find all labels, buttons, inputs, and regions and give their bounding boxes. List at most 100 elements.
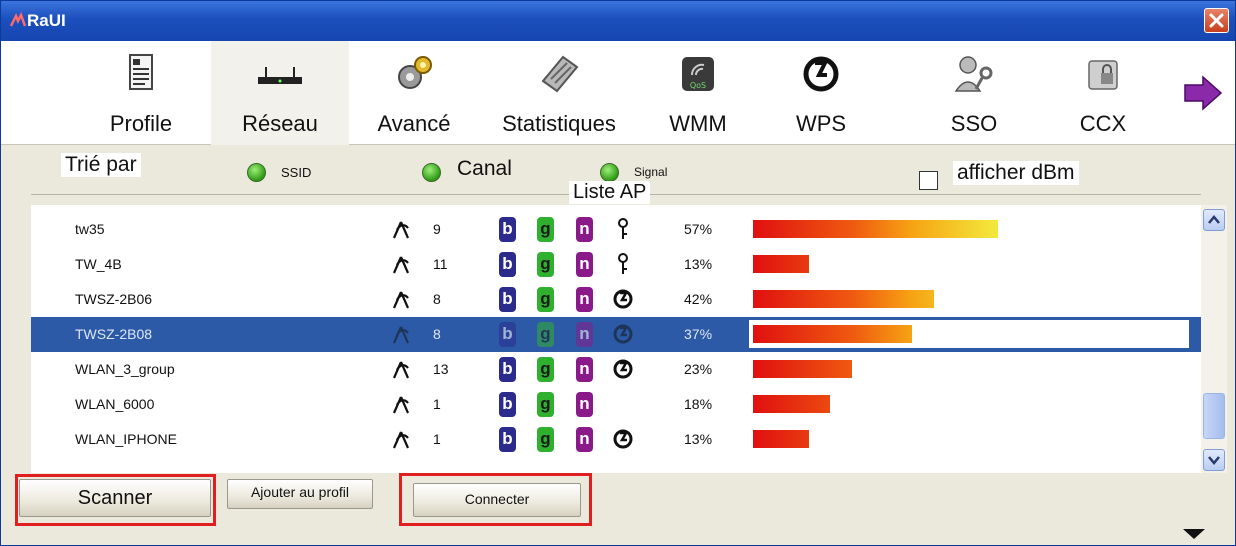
- ap-ssid: WLAN_6000: [75, 396, 155, 412]
- sort-label: Trié par: [61, 153, 141, 177]
- key-icon: [618, 218, 628, 239]
- close-button[interactable]: [1204, 8, 1229, 33]
- ap-signal-percent: 42%: [684, 291, 713, 307]
- mode-g-badge: g: [537, 252, 554, 277]
- tab-wps-label: WPS: [795, 111, 847, 136]
- add-to-profile-button[interactable]: Ajouter au profil: [227, 479, 373, 509]
- ap-signal-percent: 13%: [684, 431, 713, 447]
- ap-channel: 8: [433, 291, 441, 307]
- ap-list-row[interactable]: WLAN_6000 1 b g n 18%: [31, 387, 1201, 422]
- tab-profile[interactable]: Profile: [71, 41, 211, 145]
- expand-down-icon[interactable]: [1183, 529, 1205, 539]
- user-key-icon: [954, 56, 993, 92]
- ap-list-row[interactable]: TWSZ-2B08 8 b g n 37%: [31, 317, 1201, 352]
- mode-b-badge: b: [499, 252, 516, 277]
- antenna-icon: [392, 291, 410, 309]
- ap-list-row[interactable]: tw35 9 b g n 57%: [31, 212, 1201, 247]
- title-bar[interactable]: RaUI: [1, 1, 1235, 41]
- tab-avance[interactable]: Avancé: [349, 41, 479, 145]
- svg-text:QoS: QoS: [690, 81, 706, 90]
- ap-signal-percent: 13%: [684, 256, 713, 272]
- chevron-down-icon: [1208, 456, 1220, 465]
- tab-profile-label: Profile: [109, 111, 173, 136]
- show-dbm-label: afficher dBm: [953, 161, 1079, 185]
- mode-g-badge: g: [537, 357, 554, 382]
- tab-sso-label: SSO: [950, 111, 998, 136]
- ap-signal-percent: 37%: [684, 326, 713, 342]
- tab-statistiques-label: Statistiques: [502, 111, 616, 136]
- ap-signal-percent: 23%: [684, 361, 713, 377]
- profile-document-icon: [129, 54, 153, 90]
- ap-ssid: WLAN_IPHONE: [75, 431, 177, 447]
- qos-icon: QoS: [682, 57, 714, 91]
- ap-list-row[interactable]: WLAN_3_group 13 b g n 23%: [31, 352, 1201, 387]
- signal-strength-bar: [753, 290, 934, 308]
- ap-ssid: WLAN_3_group: [75, 361, 175, 377]
- sort-canal-label: Canal: [457, 157, 512, 180]
- tab-sso[interactable]: SSO: [919, 41, 1029, 145]
- ap-list-row[interactable]: TWSZ-2B06 8 b g n 42%: [31, 282, 1201, 317]
- gears-icon: [398, 56, 432, 89]
- chevron-up-icon: [1208, 215, 1220, 224]
- wps-icon: [613, 359, 633, 379]
- mode-n-badge: n: [576, 357, 593, 382]
- signal-strength-bar: [753, 220, 998, 238]
- tab-reseau[interactable]: Réseau: [211, 41, 349, 145]
- ap-channel: 9: [433, 221, 441, 237]
- ap-channel: 13: [433, 361, 449, 377]
- toolbar: Profile Réseau Avancé Statistiques QoS W…: [1, 41, 1235, 145]
- wps-icon: [613, 289, 633, 309]
- mode-g-badge: g: [537, 392, 554, 417]
- tab-ccx[interactable]: CCX: [1053, 41, 1153, 145]
- ap-list-row[interactable]: TW_4B 11 b g n 13%: [31, 247, 1201, 282]
- ap-list-scrollbar[interactable]: [1201, 205, 1227, 473]
- ap-list-title: Liste AP: [569, 181, 651, 204]
- sort-ssid-label: SSID: [281, 165, 312, 180]
- ap-channel: 8: [433, 326, 441, 342]
- mode-b-badge: b: [499, 322, 516, 347]
- sort-ssid-radio[interactable]: [247, 163, 266, 182]
- tab-statistiques[interactable]: Statistiques: [479, 41, 639, 145]
- tab-wmm[interactable]: QoS WMM: [653, 41, 743, 145]
- antenna-icon: [392, 396, 410, 414]
- mode-n-badge: n: [576, 322, 593, 347]
- mode-n-badge: n: [576, 217, 593, 242]
- scroll-down-button[interactable]: [1203, 449, 1225, 471]
- mode-b-badge: b: [499, 392, 516, 417]
- ap-ssid: TWSZ-2B08: [75, 326, 153, 342]
- sort-signal-radio[interactable]: [600, 163, 619, 182]
- signal-strength-bar: [753, 395, 830, 413]
- tab-wps[interactable]: WPS: [771, 41, 871, 145]
- signal-strength-bar: [753, 325, 912, 343]
- antenna-icon: [392, 326, 410, 344]
- sort-signal-label: Signal: [634, 165, 668, 179]
- mode-n-badge: n: [576, 427, 593, 452]
- tab-wmm-label: WMM: [669, 111, 727, 136]
- connect-highlight-box: [399, 473, 592, 526]
- arrow-right-icon[interactable]: [1183, 75, 1223, 111]
- mode-n-badge: n: [576, 392, 593, 417]
- scroll-thumb[interactable]: [1203, 393, 1225, 439]
- mode-n-badge: n: [576, 252, 593, 277]
- wps-icon: [613, 429, 633, 449]
- signal-strength-bar: [753, 360, 852, 378]
- mode-g-badge: g: [537, 322, 554, 347]
- mode-b-badge: b: [499, 287, 516, 312]
- signal-strength-bar: [753, 430, 809, 448]
- window-title: RaUI: [27, 11, 66, 30]
- wps-icon: [613, 324, 633, 344]
- scroll-up-button[interactable]: [1203, 209, 1225, 231]
- ap-list-row[interactable]: WLAN_IPHONE 1 b g n 13%: [31, 422, 1201, 457]
- tab-ccx-label: CCX: [1079, 111, 1127, 136]
- antenna-icon: [392, 221, 410, 239]
- raui-logo-icon: [9, 12, 27, 27]
- ap-signal-percent: 18%: [684, 396, 713, 412]
- ap-signal-percent: 57%: [684, 221, 713, 237]
- antenna-icon: [392, 361, 410, 379]
- sort-canal-radio[interactable]: [422, 163, 441, 182]
- mode-b-badge: b: [499, 427, 516, 452]
- ap-ssid: TWSZ-2B06: [75, 291, 153, 307]
- signal-strength-bar: [753, 255, 809, 273]
- mode-g-badge: g: [537, 287, 554, 312]
- show-dbm-checkbox[interactable]: [919, 171, 938, 190]
